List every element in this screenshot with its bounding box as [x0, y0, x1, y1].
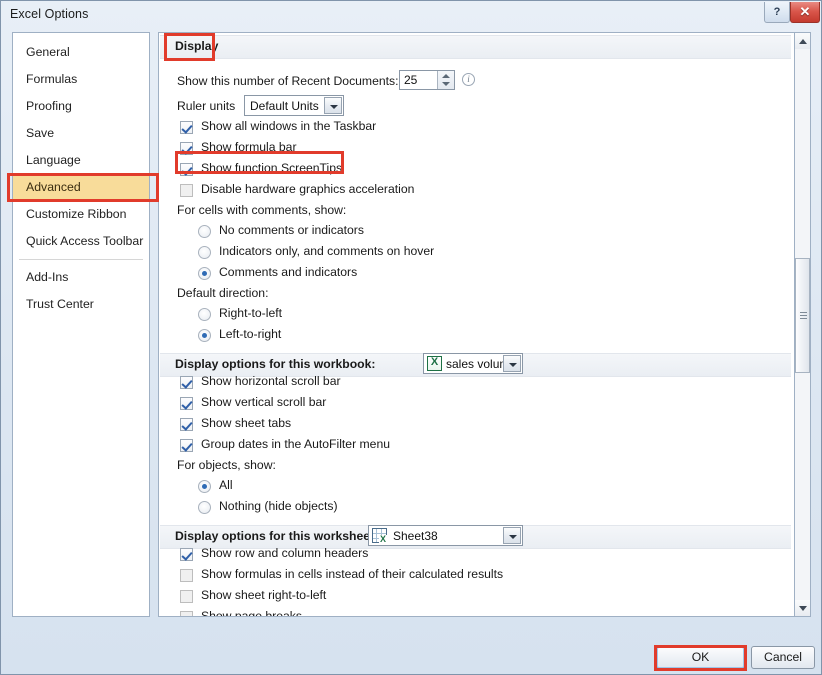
checkbox-show-horizontal-scroll-bar[interactable] — [180, 376, 193, 389]
checkbox-show-function-screentips[interactable] — [180, 163, 193, 176]
label-show-all-windows-taskbar: Show all windows in the Taskbar — [201, 119, 377, 133]
spinner-up-icon[interactable] — [442, 74, 450, 78]
radio-objects-all[interactable] — [198, 480, 211, 493]
checkbox-show-row-column-headers[interactable] — [180, 548, 193, 561]
title-bar: Excel Options ? ✕ — [1, 1, 822, 29]
sidebar-item-general[interactable]: General — [13, 39, 149, 66]
checkbox-disable-hardware-acceleration[interactable] — [180, 184, 193, 197]
radio-left-to-right[interactable] — [198, 329, 211, 342]
sidebar-item-save[interactable]: Save — [13, 120, 149, 147]
radio-indicators-only[interactable] — [198, 246, 211, 259]
sidebar-item-proofing[interactable]: Proofing — [13, 93, 149, 120]
triangle-down-icon — [799, 606, 807, 611]
recent-documents-label: Show this number of Recent Documents: — [177, 74, 399, 88]
cancel-button[interactable]: Cancel — [751, 646, 815, 669]
sidebar: General Formulas Proofing Save Language … — [12, 32, 150, 617]
chevron-down-icon[interactable] — [503, 527, 521, 544]
sidebar-item-quick-access-toolbar[interactable]: Quick Access Toolbar — [13, 228, 149, 255]
label-show-page-breaks: Show page breaks — [201, 609, 302, 617]
label-no-comments-or-indicators: No comments or indicators — [219, 223, 364, 237]
recent-documents-stepper[interactable]: 25 — [399, 70, 455, 90]
label-comments-and-indicators: Comments and indicators — [219, 265, 358, 279]
label-show-function-screentips: Show function ScreenTips — [201, 161, 343, 175]
recent-documents-value: 25 — [404, 73, 418, 87]
label-show-sheet-tabs: Show sheet tabs — [201, 416, 292, 430]
sidebar-item-language[interactable]: Language — [13, 147, 149, 174]
excel-workbook-icon — [427, 356, 442, 371]
label-objects-nothing: Nothing (hide objects) — [219, 499, 338, 513]
spinner-buttons[interactable] — [437, 71, 454, 89]
checkbox-show-sheet-tabs[interactable] — [180, 418, 193, 431]
label-objects-all: All — [219, 478, 233, 492]
options-content-pane: Display Show this number of Recent Docum… — [158, 32, 810, 617]
sidebar-divider — [19, 259, 143, 260]
ruler-units-value: Default Units — [250, 99, 319, 113]
scrollbar-thumb[interactable] — [795, 258, 810, 373]
sidebar-item-advanced[interactable]: Advanced — [13, 174, 149, 201]
label-left-to-right: Left-to-right — [219, 327, 282, 341]
label-show-sheet-right-to-left: Show sheet right-to-left — [201, 588, 327, 602]
ok-button[interactable]: OK — [656, 646, 745, 669]
workbook-select[interactable]: sales volume — [423, 353, 523, 374]
checkbox-show-vertical-scroll-bar[interactable] — [180, 397, 193, 410]
window-title: Excel Options — [10, 7, 89, 21]
checkbox-show-sheet-right-to-left[interactable] — [180, 590, 193, 603]
label-show-formulas-in-cells: Show formulas in cells instead of their … — [201, 567, 504, 581]
label-show-formula-bar: Show formula bar — [201, 140, 297, 154]
checkbox-show-page-breaks[interactable] — [180, 611, 193, 616]
display-section-header: Display — [175, 39, 219, 53]
excel-options-dialog: Excel Options ? ✕ General Formulas Proof… — [0, 0, 822, 675]
radio-right-to-left[interactable] — [198, 308, 211, 321]
content-scrollbar[interactable] — [794, 32, 811, 617]
chevron-down-icon[interactable] — [503, 355, 521, 372]
checkbox-show-all-windows-taskbar[interactable] — [180, 121, 193, 134]
checkbox-group-dates-autofilter[interactable] — [180, 439, 193, 452]
label-right-to-left: Right-to-left — [219, 306, 282, 320]
scroll-up-button[interactable] — [795, 33, 810, 49]
chevron-down-icon[interactable] — [324, 97, 342, 114]
label-group-dates-autofilter: Group dates in the AutoFilter menu — [201, 437, 391, 451]
direction-group-label: Default direction: — [177, 286, 269, 300]
worksheet-selected-value: Sheet38 — [393, 529, 438, 543]
help-icon[interactable]: ? — [764, 2, 790, 23]
worksheet-select[interactable]: Sheet38 — [368, 525, 523, 546]
checkbox-show-formula-bar[interactable] — [180, 142, 193, 155]
label-show-horizontal-scroll-bar: Show horizontal scroll bar — [201, 374, 341, 388]
radio-no-comments-or-indicators[interactable] — [198, 225, 211, 238]
label-show-row-column-headers: Show row and column headers — [201, 546, 369, 560]
comments-group-label: For cells with comments, show: — [177, 203, 347, 217]
display-section-band — [160, 35, 791, 59]
radio-objects-nothing[interactable] — [198, 501, 211, 514]
ruler-units-select[interactable]: Default Units — [244, 95, 344, 116]
radio-comments-and-indicators[interactable] — [198, 267, 211, 280]
sidebar-item-add-ins[interactable]: Add-Ins — [13, 264, 149, 291]
label-show-vertical-scroll-bar: Show vertical scroll bar — [201, 395, 327, 409]
checkbox-show-formulas-in-cells[interactable] — [180, 569, 193, 582]
grip-icon — [800, 312, 807, 319]
excel-worksheet-icon — [372, 528, 387, 544]
scroll-down-button[interactable] — [795, 600, 810, 616]
label-indicators-only: Indicators only, and comments on hover — [219, 244, 435, 258]
worksheet-section-header: Display options for this worksheet: — [175, 529, 379, 543]
close-icon[interactable]: ✕ — [790, 2, 820, 23]
info-icon[interactable]: i — [462, 73, 475, 86]
triangle-up-icon — [799, 39, 807, 44]
sidebar-item-trust-center[interactable]: Trust Center — [13, 291, 149, 318]
label-disable-hardware-acceleration: Disable hardware graphics acceleration — [201, 182, 415, 196]
sidebar-item-formulas[interactable]: Formulas — [13, 66, 149, 93]
workbook-section-header: Display options for this workbook: — [175, 357, 376, 371]
ruler-units-label: Ruler units — [177, 99, 236, 113]
spinner-down-icon[interactable] — [442, 82, 450, 86]
objects-group-label: For objects, show: — [177, 458, 276, 472]
sidebar-item-customize-ribbon[interactable]: Customize Ribbon — [13, 201, 149, 228]
